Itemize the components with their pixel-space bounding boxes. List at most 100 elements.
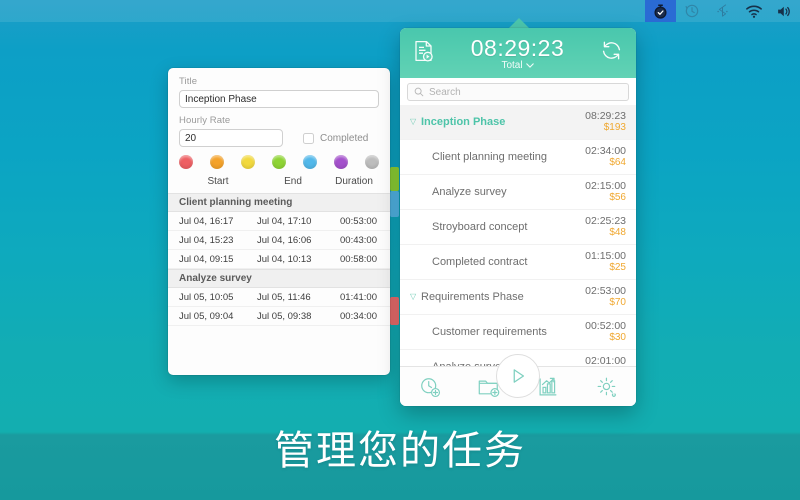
cell-duration: 00:53:00	[340, 215, 377, 227]
color-swatch-yellow[interactable]	[241, 155, 255, 169]
side-tab-red[interactable]	[390, 297, 399, 325]
list-item-amount: $193	[603, 122, 626, 133]
gear-icon[interactable]	[590, 372, 624, 402]
color-swatch-blue[interactable]	[303, 155, 317, 169]
column-header-duration: Duration	[335, 176, 373, 187]
list-item-label: Stroyboard concept	[432, 221, 528, 233]
cell-start: Jul 04, 09:15	[179, 253, 234, 265]
list-item-label: Analyze survey	[432, 186, 507, 198]
menubar-bluetooth-icon[interactable]	[707, 0, 738, 22]
list-item-amount: $48	[609, 227, 626, 238]
table-row[interactable]: Jul 05, 09:04 Jul 05, 09:38 00:34:00	[168, 307, 390, 326]
list-item-amount: $25	[609, 262, 626, 273]
cell-start: Jul 05, 10:05	[179, 291, 234, 303]
cell-end: Jul 05, 09:38	[257, 310, 312, 322]
cell-start: Jul 04, 15:23	[179, 234, 234, 246]
disclosure-triangle-icon[interactable]: ▽	[410, 118, 421, 126]
list-item-label: Client planning meeting	[432, 151, 547, 163]
hourly-rate-label: Hourly Rate	[179, 115, 231, 126]
cell-start: Jul 05, 09:04	[179, 310, 234, 322]
list-item-task[interactable]: Analyze survey 02:15:00 $56	[400, 175, 636, 210]
color-swatch-green[interactable]	[272, 155, 286, 169]
cell-end: Jul 04, 10:13	[257, 253, 312, 265]
list-item-task[interactable]: Stroyboard concept 02:25:23 $48	[400, 210, 636, 245]
cell-duration: 00:34:00	[340, 310, 377, 322]
list-item-duration: 02:01:00	[585, 355, 626, 366]
list-item-task[interactable]: Customer requirements 00:52:00 $30	[400, 315, 636, 350]
list-item-label: Inception Phase	[421, 116, 506, 128]
search-icon	[414, 87, 424, 97]
table-row[interactable]: Jul 04, 09:15 Jul 04, 10:13 00:58:00	[168, 250, 390, 269]
cell-start: Jul 04, 16:17	[179, 215, 234, 227]
list-item-label: Customer requirements	[432, 326, 547, 338]
cell-end: Jul 04, 17:10	[257, 215, 312, 227]
entries-table: Client planning meeting Jul 04, 16:17 Ju…	[168, 193, 390, 326]
list-item-duration: 08:29:23	[585, 110, 626, 122]
total-timer-display: 08:29:23 Total	[435, 34, 600, 71]
menubar-history-clock-icon[interactable]	[676, 0, 707, 22]
list-item-task[interactable]: Completed contract 01:15:00 $25	[400, 245, 636, 280]
list-item-values: 02:01:00 $40	[585, 355, 626, 366]
table-row[interactable]: Jul 05, 10:05 Jul 05, 11:46 01:41:00	[168, 288, 390, 307]
color-swatch-orange[interactable]	[210, 155, 224, 169]
cell-end: Jul 04, 16:06	[257, 234, 312, 246]
side-tab-green[interactable]	[390, 167, 399, 191]
side-tab-blue[interactable]	[390, 191, 399, 217]
list-item-amount: $70	[609, 297, 626, 308]
title-input[interactable]	[179, 90, 379, 108]
list-item-label: Completed contract	[432, 256, 528, 268]
table-column-headers: Start End Duration	[168, 169, 390, 193]
completed-checkbox[interactable]	[303, 132, 314, 144]
cell-end: Jul 05, 11:46	[257, 291, 311, 303]
menubar-stopwatch-icon[interactable]	[645, 0, 676, 22]
task-editor-window: Title Hourly Rate Completed Start	[168, 68, 390, 375]
play-icon[interactable]	[496, 354, 540, 398]
list-item-values: 01:15:00 $25	[585, 250, 626, 274]
completed-label: Completed	[320, 132, 369, 144]
list-item-values: 08:29:23 $193	[585, 110, 626, 134]
list-item-duration: 01:15:00	[585, 250, 626, 262]
group-header[interactable]: Client planning meeting	[168, 193, 390, 212]
cell-duration: 01:41:00	[340, 291, 377, 303]
add-timer-icon[interactable]	[413, 372, 447, 402]
menubar-volume-icon[interactable]	[769, 0, 800, 22]
search-placeholder: Search	[429, 86, 461, 98]
task-list[interactable]: ▽ Inception Phase 08:29:23 $193 Client p…	[400, 105, 636, 366]
rate-section: Hourly Rate Completed	[168, 108, 390, 147]
completed-checkbox-wrap[interactable]: Completed	[303, 132, 369, 144]
list-item-values: 02:34:00 $64	[585, 145, 626, 169]
column-header-start: Start	[207, 176, 229, 187]
list-item-duration: 02:15:00	[585, 180, 626, 192]
table-row[interactable]: Jul 04, 16:17 Jul 04, 17:10 00:53:00	[168, 212, 390, 231]
list-item-amount: $56	[609, 192, 626, 203]
menubar-wifi-icon[interactable]	[738, 0, 769, 22]
list-item-duration: 00:52:00	[585, 320, 626, 332]
list-item-phase[interactable]: ▽ Inception Phase 08:29:23 $193	[400, 105, 636, 140]
rate-row: Completed	[179, 129, 379, 147]
refresh-icon[interactable]	[600, 39, 623, 67]
title-label: Title	[179, 76, 198, 87]
disclosure-triangle-icon[interactable]: ▽	[410, 293, 421, 301]
column-header-end: End	[284, 176, 302, 187]
color-swatch-gray[interactable]	[365, 155, 379, 169]
cell-duration: 00:58:00	[340, 253, 377, 265]
list-item-duration: 02:25:23	[585, 215, 626, 227]
desktop-background: Title Hourly Rate Completed Start	[0, 0, 800, 500]
hourly-rate-input[interactable]	[179, 129, 283, 147]
search-field[interactable]: Search	[407, 83, 629, 101]
report-icon[interactable]	[413, 39, 435, 68]
menu-bar	[0, 0, 800, 22]
table-row[interactable]: Jul 04, 15:23 Jul 04, 16:06 00:43:00	[168, 231, 390, 250]
list-item-label: Requirements Phase	[421, 291, 524, 303]
list-item-phase[interactable]: ▽ Requirements Phase 02:53:00 $70	[400, 280, 636, 315]
color-swatch-red[interactable]	[179, 155, 193, 169]
group-header[interactable]: Analyze survey	[168, 269, 390, 288]
total-selector[interactable]: Total	[435, 60, 600, 71]
editor-form: Title	[168, 68, 390, 108]
caption-text: 管理您的任务	[274, 428, 526, 474]
color-swatch-purple[interactable]	[334, 155, 348, 169]
popover-header: 08:29:23 Total	[400, 28, 636, 78]
list-item-task[interactable]: Client planning meeting 02:34:00 $64	[400, 140, 636, 175]
total-time-value: 08:29:23	[470, 34, 565, 61]
cell-duration: 00:43:00	[340, 234, 377, 246]
